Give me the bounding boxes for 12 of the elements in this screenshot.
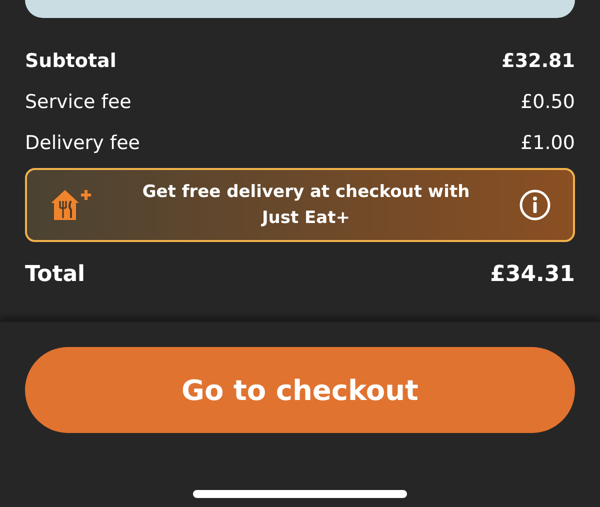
promo-text: Get free delivery at checkout with Just Eat+ xyxy=(141,181,471,230)
house-cutlery-icon xyxy=(49,187,93,223)
row-amount: £0.50 xyxy=(520,90,575,112)
row-label: Subtotal xyxy=(25,50,116,72)
row-amount: £1.00 xyxy=(520,132,575,154)
row-label: Delivery fee xyxy=(25,132,140,154)
promo-banner[interactable]: Get free delivery at checkout with Just Eat+ xyxy=(25,168,575,242)
total-label: Total xyxy=(25,262,86,287)
row-amount: £32.81 xyxy=(502,50,575,72)
info-icon[interactable] xyxy=(519,189,551,221)
total-amount: £34.31 xyxy=(490,262,575,287)
row-label: Service fee xyxy=(25,90,132,112)
